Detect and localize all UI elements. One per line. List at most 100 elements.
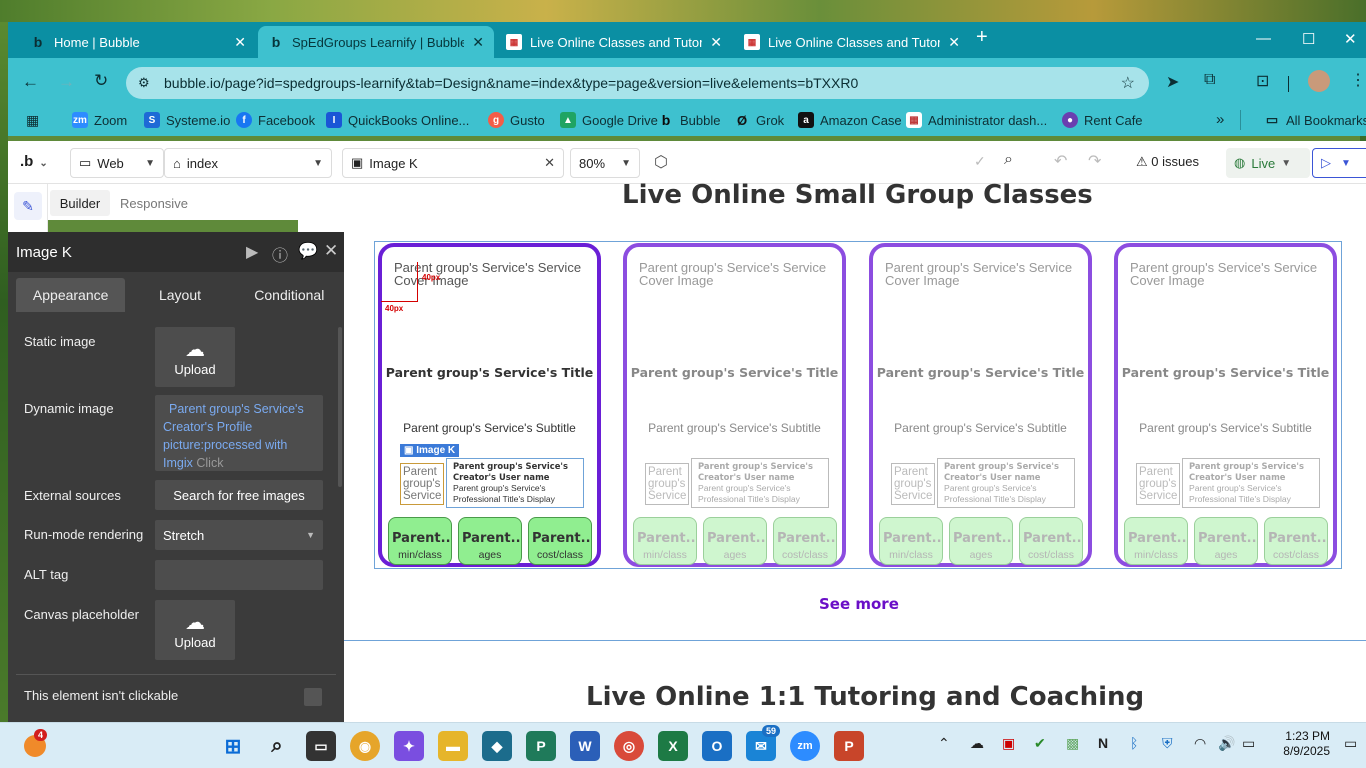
all-bookmarks-folder[interactable]: ▭ All Bookmarks bbox=[1264, 112, 1366, 128]
platform-select[interactable]: ▭ Web ▼ bbox=[70, 148, 164, 178]
wifi-icon[interactable]: ◠ bbox=[1194, 735, 1206, 752]
battery-icon[interactable]: ▭ bbox=[1242, 735, 1255, 752]
powerpoint-icon[interactable]: P bbox=[834, 731, 864, 761]
excel-icon[interactable]: X bbox=[658, 731, 688, 761]
tab-appearance[interactable]: Appearance bbox=[16, 278, 126, 312]
browser-tab-home-bubble[interactable]: b Home | Bubble ✕ bbox=[20, 26, 256, 58]
bookmark-amazon[interactable]: a Amazon Case bbox=[798, 112, 902, 128]
bubble-logo[interactable]: .b ⌄ bbox=[20, 153, 48, 170]
chevron-up-icon[interactable]: ⌃ bbox=[938, 735, 950, 752]
bluetooth-icon[interactable]: ᛒ bbox=[1130, 735, 1138, 751]
bookmark-google-drive[interactable]: ▲ Google Drive bbox=[560, 112, 658, 128]
canvas-placeholder-upload[interactable]: ☁ Upload bbox=[155, 600, 235, 660]
send-icon[interactable]: ➤ bbox=[1166, 72, 1179, 92]
alt-tag-input[interactable] bbox=[155, 560, 323, 590]
service-title[interactable]: Parent group's Service's Title bbox=[627, 365, 842, 380]
service-subtitle[interactable]: Parent group's Service's Subtitle bbox=[627, 421, 842, 435]
chrome-profile-icon[interactable]: ◉ bbox=[350, 731, 380, 761]
comment-icon[interactable]: 💬 bbox=[298, 241, 318, 261]
stat-pill-cost-class[interactable]: Parent... cost/class bbox=[528, 517, 592, 565]
tab-search-icon[interactable]: ⊡ bbox=[1256, 71, 1269, 91]
close-tab-icon[interactable]: ✕ bbox=[472, 34, 484, 51]
site-info-icon[interactable]: ⚙ bbox=[138, 75, 150, 91]
service-subtitle[interactable]: Parent group's Service's Subtitle bbox=[873, 421, 1088, 435]
close-icon[interactable]: ✕ bbox=[544, 155, 555, 171]
tab-builder[interactable]: Builder bbox=[50, 190, 110, 216]
stat-pill-min-class[interactable]: Parent... min/class bbox=[633, 517, 697, 565]
run-mode-select[interactable]: Stretch ▼ bbox=[155, 520, 323, 550]
creator-profile-image[interactable]: Parent group's Service bbox=[645, 463, 689, 505]
live-version-select[interactable]: ◍ Live ▼ bbox=[1226, 148, 1310, 178]
stat-pill-min-class[interactable]: Parent... min/class bbox=[388, 517, 452, 565]
windows-start-icon[interactable]: ⊞ bbox=[218, 731, 248, 761]
stat-pill-ages[interactable]: Parent... ages bbox=[458, 517, 522, 565]
creator-profile-image[interactable]: Parent group's Service bbox=[400, 463, 444, 505]
panel-header[interactable]: Image K ▶ ⓘ 💬 ✕ bbox=[8, 232, 344, 272]
check-circle-icon[interactable]: ✓ bbox=[974, 153, 986, 170]
word-icon[interactable]: W bbox=[570, 731, 600, 761]
tab-responsive[interactable]: Responsive bbox=[120, 196, 188, 211]
close-icon[interactable]: ✕ bbox=[324, 241, 338, 261]
stat-pill-cost-class[interactable]: Parent... cost/class bbox=[1019, 517, 1083, 565]
volume-icon[interactable]: 🔊 bbox=[1218, 735, 1235, 752]
search-icon[interactable]: ⌕ bbox=[262, 731, 292, 761]
bookmark-star-icon[interactable]: ☆ bbox=[1121, 73, 1135, 93]
onedrive-icon[interactable]: ☁ bbox=[970, 735, 984, 752]
zoom-app-icon[interactable]: zm bbox=[790, 731, 820, 761]
mail-icon[interactable]: ✉ 59 bbox=[746, 725, 781, 761]
element-search[interactable]: ▣ Image K ✕ bbox=[342, 148, 564, 178]
creator-info-group[interactable]: Parent group's Service's Creator's User … bbox=[691, 458, 829, 508]
task-view-icon[interactable]: ▭ bbox=[306, 731, 336, 761]
bookmark-facebook[interactable]: f Facebook bbox=[236, 112, 315, 128]
bookmark-rentcafe[interactable]: ● Rent Cafe bbox=[1062, 112, 1143, 128]
outlook-icon[interactable]: O bbox=[702, 731, 732, 761]
section-heading-tutoring[interactable]: Live Online 1:1 Tutoring and Coaching bbox=[586, 682, 1144, 712]
bookmark-gusto[interactable]: g Gusto bbox=[488, 112, 545, 128]
info-icon[interactable]: ⓘ bbox=[272, 242, 288, 266]
bookmark-quickbooks[interactable]: I QuickBooks Online... bbox=[326, 112, 469, 128]
widgets-icon[interactable]: 4 bbox=[20, 729, 50, 761]
close-tab-icon[interactable]: ✕ bbox=[710, 34, 722, 51]
new-tab-button[interactable]: + bbox=[976, 26, 988, 49]
reload-icon[interactable]: ↻ bbox=[94, 71, 108, 91]
static-image-upload[interactable]: ☁ Upload bbox=[155, 327, 235, 387]
browser-tab-spedgroups[interactable]: b SpEdGroups Learnify | Bubble E ✕ bbox=[258, 26, 494, 58]
n-app-icon[interactable]: N bbox=[1098, 735, 1108, 751]
section-heading-group-classes[interactable]: Live Online Small Group Classes bbox=[622, 180, 1093, 210]
bookmark-systeme[interactable]: S Systeme.io bbox=[144, 112, 230, 128]
nvidia-icon[interactable]: ▩ bbox=[1066, 735, 1079, 752]
stat-pill-ages[interactable]: Parent... ages bbox=[1194, 517, 1258, 565]
apps-grid-icon[interactable]: ▦ bbox=[26, 112, 39, 129]
creator-info-group[interactable]: Parent group's Service's Creator's User … bbox=[446, 458, 584, 508]
preview-button[interactable]: ▷ ▼ bbox=[1312, 148, 1366, 178]
cover-image[interactable]: Parent group's Service's Service Cover I… bbox=[885, 261, 1075, 287]
bookmark-bubble[interactable]: b Bubble bbox=[658, 112, 721, 128]
service-subtitle[interactable]: Parent group's Service's Subtitle bbox=[382, 421, 597, 435]
cover-image[interactable]: Parent group's Service's Service Cover I… bbox=[1130, 261, 1320, 287]
minimize-icon[interactable]: — bbox=[1256, 30, 1271, 47]
creator-info-group[interactable]: Parent group's Service's Creator's User … bbox=[1182, 458, 1320, 508]
app-icon[interactable]: ◆ bbox=[482, 731, 512, 761]
design-pencil-icon[interactable]: ✎ bbox=[14, 192, 42, 220]
bookmark-zoom[interactable]: zm Zoom bbox=[72, 112, 127, 128]
cube-icon[interactable]: ⬡ bbox=[654, 152, 668, 172]
issues-indicator[interactable]: ⚠ 0 issues bbox=[1136, 154, 1199, 170]
panel-scrollbar[interactable] bbox=[338, 327, 342, 487]
redo-icon[interactable]: ↷ bbox=[1088, 151, 1101, 171]
zoom-select[interactable]: 80% ▼ bbox=[570, 148, 640, 178]
creator-profile-image[interactable]: Parent group's Service bbox=[891, 463, 935, 505]
close-tab-icon[interactable]: ✕ bbox=[948, 34, 960, 51]
undo-icon[interactable]: ↶ bbox=[1054, 151, 1067, 171]
bookmark-admin[interactable]: ▦ Administrator dash... bbox=[906, 112, 1047, 128]
close-tab-icon[interactable]: ✕ bbox=[234, 34, 246, 51]
stat-pill-cost-class[interactable]: Parent... cost/class bbox=[773, 517, 837, 565]
creator-profile-image[interactable]: Parent group's Service bbox=[1136, 463, 1180, 505]
stat-pill-min-class[interactable]: Parent... min/class bbox=[879, 517, 943, 565]
service-title[interactable]: Parent group's Service's Title bbox=[873, 365, 1088, 380]
search-icon[interactable]: ⌕ bbox=[1004, 151, 1013, 169]
play-icon[interactable]: ▶ bbox=[246, 242, 258, 262]
property-editor-panel[interactable]: Image K ▶ ⓘ 💬 ✕ Appearance Layout Condit… bbox=[8, 232, 344, 724]
more-bookmarks-icon[interactable]: » bbox=[1216, 111, 1224, 128]
browser-tab-live-online-2[interactable]: ▦ Live Online Classes and Tutorin ✕ bbox=[734, 26, 970, 58]
service-title[interactable]: Parent group's Service's Title bbox=[1118, 365, 1333, 380]
